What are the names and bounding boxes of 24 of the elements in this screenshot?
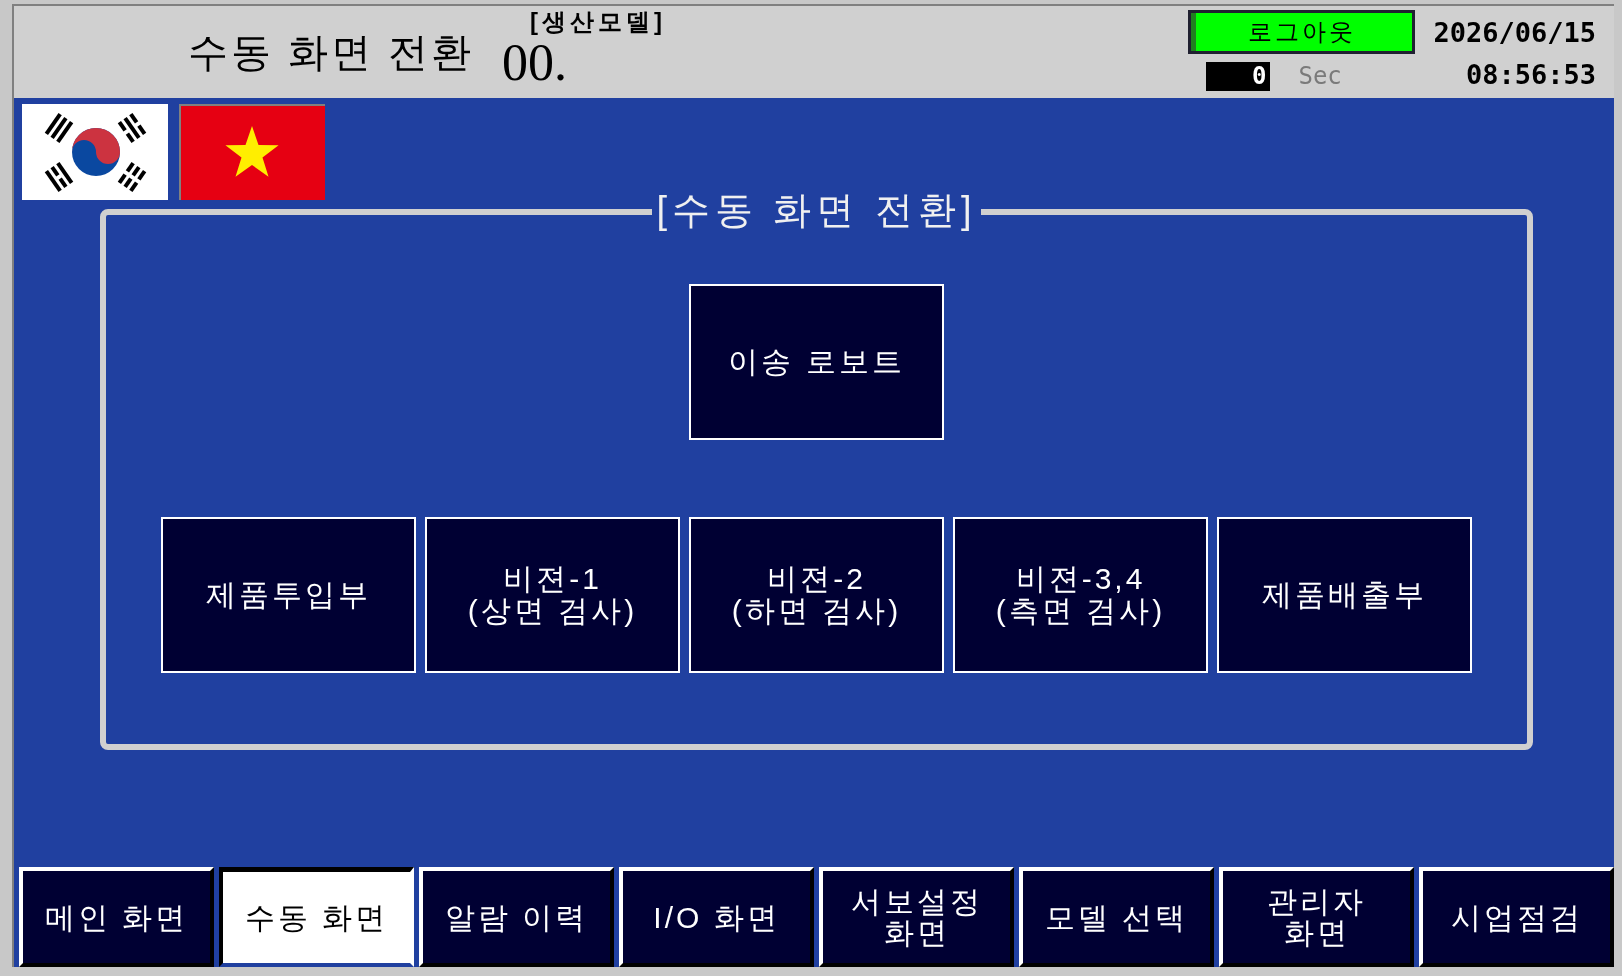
screen-button[interactable]: 비젼-1 (상면 검사) [425,517,680,673]
screen-button[interactable]: 비젼-3,4 (측면 검사) [953,517,1208,673]
nav-tab[interactable]: 수동 화면 [219,867,414,967]
model-value: 00. [502,36,567,90]
nav-tab[interactable]: 모델 선택 [1019,867,1214,967]
seconds-unit-label: Sec [1298,62,1342,91]
screen-button[interactable]: 이송 로보트 [689,284,944,440]
vietnamese-flag-icon[interactable] [179,104,325,200]
screen-button[interactable]: 비젼-2 (하면 검사) [689,517,944,673]
nav-tab[interactable]: 시업점검 [1419,867,1614,967]
model-label: [생산모델] [530,8,666,36]
nav-tab[interactable]: 알람 이력 [419,867,614,967]
date-text: 2026/06/15 [1433,16,1596,50]
nav-tab[interactable]: 메인 화면 [19,867,214,967]
logout-button[interactable]: 로그아웃 [1188,10,1416,54]
timer-display: 0 [1206,62,1271,91]
nav-tab[interactable]: 서보설정 화면 [819,867,1014,967]
nav-tab[interactable]: 관리자 화면 [1219,867,1414,967]
screen-button[interactable]: 제품배출부 [1217,517,1472,673]
header-title: 수동 화면 전환 [188,30,475,74]
nav-tab[interactable]: I/O 화면 [619,867,814,967]
screen-button[interactable]: 제품투입부 [161,517,416,673]
korean-flag-icon[interactable] [22,104,168,200]
time-text: 08:56:53 [1465,58,1596,92]
